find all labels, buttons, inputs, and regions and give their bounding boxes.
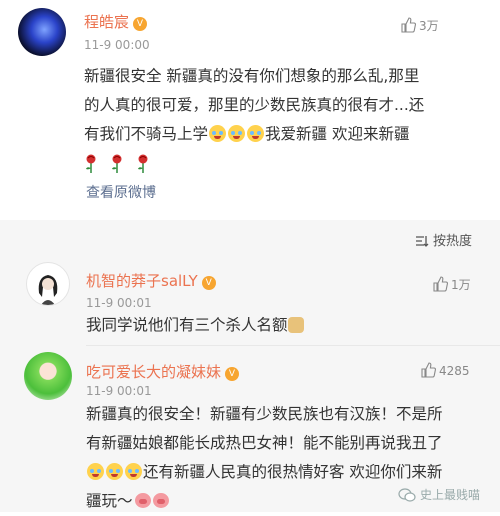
post-text-line-4 [84, 149, 494, 180]
post-text-line-3: 有我们不骑马上学 我爱新疆 欢迎来新疆 [84, 125, 410, 143]
post-username-text[interactable]: 程皓宸 [84, 13, 129, 31]
comment-2-line-1: 新疆真的很安全！新疆有少数民族也有汉族！不是所 [86, 405, 443, 423]
comment-1-like-count: 1万 [451, 278, 471, 292]
thumbs-up-icon [401, 17, 416, 33]
post-username[interactable]: 程皓宸 V [84, 11, 148, 32]
laugh-cry-emoji [247, 125, 265, 142]
sort-icon [416, 236, 429, 247]
doge-emoji [287, 317, 304, 333]
vip-badge-icon: V [225, 367, 240, 381]
view-original-link[interactable]: 查看原微博 [86, 182, 156, 202]
comment-divider [86, 345, 500, 346]
comment-2-username[interactable]: 吃可爱长大的凝妹妹 V [86, 361, 240, 382]
comment-1-timestamp: 11-9 00:01 [86, 296, 152, 310]
post-text: 新疆很安全 新疆真的没有你们想象的那么乱,那里 的人真的很可爱，那里的少数民族真… [84, 62, 494, 180]
vip-badge-icon: V [201, 276, 216, 290]
pig-emoji [134, 493, 151, 508]
comment-1-text: 我同学说他们有三个杀人名额 [86, 311, 486, 340]
sort-by-hot-button[interactable]: 按热度 [415, 230, 472, 249]
laugh-cry-emoji [87, 463, 104, 480]
vip-badge-icon: V [133, 17, 148, 31]
thumbs-up-icon [433, 276, 448, 292]
comment-1-username[interactable]: 机智的莽子salLY V [86, 270, 216, 291]
post-text-line-2: 的人真的很可爱，那里的少数民族真的很有才...还 [84, 96, 425, 114]
thumbs-up-icon [421, 362, 436, 378]
rose-emoji [86, 154, 96, 173]
comment-2-like-count: 4285 [439, 364, 470, 378]
comment-2-like-button[interactable]: 4285 [420, 362, 470, 378]
laugh-cry-emoji [228, 125, 246, 142]
rose-emoji [138, 154, 148, 173]
comment-2-line-3: 还有新疆人民真的很热情好客 欢迎你们来新 [86, 458, 496, 487]
pig-emoji [152, 493, 169, 508]
wechat-watermark: 史上最贱喵 [398, 486, 480, 503]
comment-2-timestamp: 11-9 00:01 [86, 384, 152, 398]
laugh-cry-emoji [209, 125, 227, 142]
rose-emoji [112, 154, 122, 173]
post-text-line-1: 新疆很安全 新疆真的没有你们想象的那么乱,那里 [84, 67, 420, 85]
main-post: 程皓宸 V 11-9 00:00 3万 新疆很安全 新疆真的没有你们想象的那么乱,… [0, 0, 500, 220]
comment-2-avatar[interactable] [24, 352, 72, 400]
post-like-count: 3万 [419, 19, 439, 33]
wechat-icon [398, 488, 416, 502]
comment-1-avatar[interactable] [26, 262, 70, 306]
post-avatar[interactable] [18, 8, 66, 56]
laugh-cry-emoji [106, 463, 123, 480]
comment-2-line-2: 有新疆姑娘都能长成热巴女神！能不能别再说我丑了 [86, 434, 443, 452]
comment-1-like-button[interactable]: 1万 [432, 276, 471, 293]
post-like-button[interactable]: 3万 [400, 17, 439, 34]
laugh-cry-emoji [125, 463, 142, 480]
sort-label: 按热度 [433, 234, 473, 249]
post-timestamp: 11-9 00:00 [84, 38, 150, 52]
